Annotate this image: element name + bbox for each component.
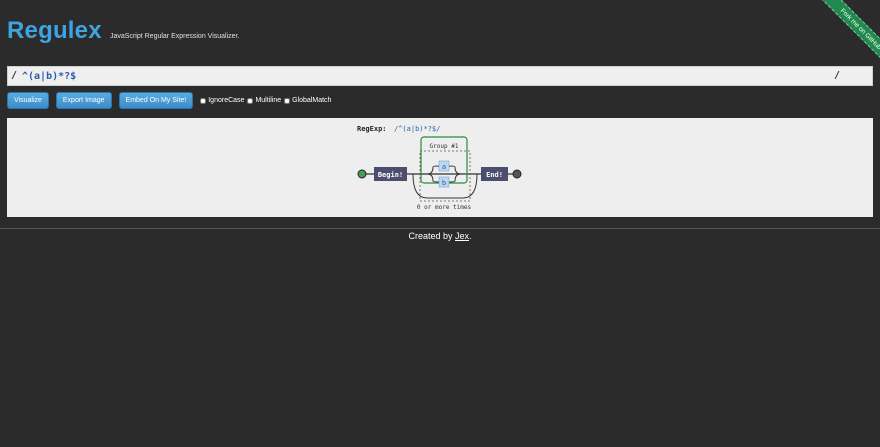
branch-path-bottom-right	[448, 173, 462, 183]
repeat-label: 0 or more times	[417, 204, 472, 211]
ignorecase-checkbox[interactable]	[200, 97, 207, 104]
author-link[interactable]: Jex	[455, 231, 469, 241]
header: Regulex JavaScript Regular Expression Vi…	[0, 0, 880, 58]
start-dot	[357, 169, 367, 179]
regexp-heading-label: RegExp:	[357, 125, 387, 133]
regex-input-bar: / /	[7, 66, 873, 86]
footer: Created by Jex.	[0, 231, 880, 241]
github-fork-ribbon[interactable]: Fork me on GitHub	[817, 0, 880, 73]
branch-a-label: a	[442, 163, 446, 171]
footer-prefix: Created by	[408, 231, 455, 241]
group-label: Group #1	[430, 143, 459, 150]
app-tagline: JavaScript Regular Expression Visualizer…	[110, 33, 240, 40]
visualization-canvas: RegExp: /^(a|b)*?$/ Begin! Group #1 a b …	[7, 118, 873, 217]
export-image-button[interactable]: Export Image	[55, 92, 112, 109]
visualize-button[interactable]: Visualize	[7, 92, 49, 109]
branch-path-top-right	[448, 165, 462, 175]
regex-railroad-diagram: RegExp: /^(a|b)*?$/ Begin! Group #1 a b …	[357, 125, 522, 211]
begin-node-label: Begin!	[378, 171, 403, 179]
footer-suffix: .	[469, 231, 472, 241]
repeat-box	[419, 150, 471, 202]
flag-globalmatch[interactable]: GlobalMatch	[284, 97, 331, 104]
regex-slash-right: /	[834, 70, 841, 81]
globalmatch-label: GlobalMatch	[292, 97, 332, 104]
flag-ignorecase[interactable]: IgnoreCase	[200, 97, 244, 104]
regex-slash-left: /	[11, 70, 18, 81]
branch-path-bottom-left	[426, 173, 440, 183]
footer-divider	[0, 228, 880, 229]
globalmatch-checkbox[interactable]	[284, 97, 291, 104]
app-logo[interactable]: Regulex	[7, 17, 102, 45]
flag-multiline[interactable]: Multiline	[247, 97, 281, 104]
regexp-heading-value: /^(a|b)*?$/	[394, 125, 440, 133]
toolbar: Visualize Export Image Embed On My Site!…	[7, 92, 334, 109]
end-dot	[512, 169, 522, 179]
branch-b-label: b	[442, 179, 446, 187]
ignorecase-label: IgnoreCase	[208, 97, 245, 104]
regex-input[interactable]	[22, 69, 832, 84]
branch-path-top-left	[426, 165, 440, 175]
multiline-checkbox[interactable]	[247, 97, 254, 104]
multiline-label: Multiline	[255, 97, 282, 104]
embed-button[interactable]: Embed On My Site!	[118, 92, 194, 109]
end-node-label: End!	[486, 171, 503, 179]
